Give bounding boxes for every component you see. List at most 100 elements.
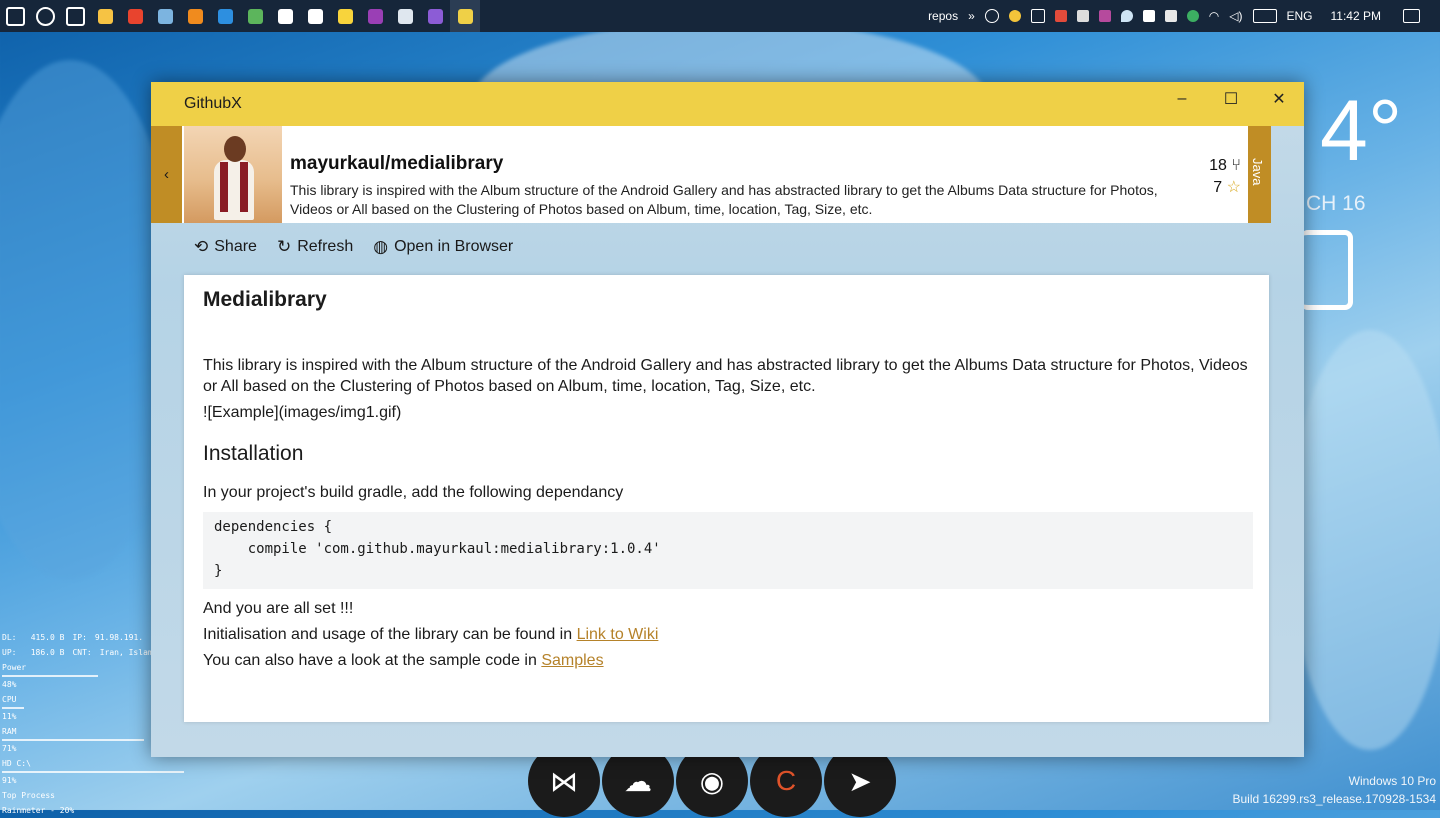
vk-tray-icon[interactable] (1098, 10, 1111, 22)
start-icon[interactable] (0, 0, 30, 32)
vscode-icon[interactable] (210, 0, 240, 32)
language-label: Java (1250, 158, 1265, 186)
all-set-text: And you are all set !!! (203, 600, 354, 617)
repo-description: This library is inspired with the Album … (290, 182, 1158, 217)
top-process-label: Top Process (2, 791, 55, 800)
close-button[interactable]: ✕ (1256, 82, 1302, 116)
git-kraken-icon-glyph (247, 8, 263, 24)
photos-icon[interactable] (390, 0, 420, 32)
up-value: 186.0 B (30, 648, 65, 657)
readme-title: Medialibrary (203, 288, 327, 311)
star-icon: ☆ (1226, 179, 1241, 196)
wiki-prefix: Initialisation and usage of the library … (203, 626, 577, 643)
app-title: GithubX (184, 95, 242, 112)
ip-value: 91.98.191. (94, 633, 144, 642)
shield-tray-icon[interactable] (1076, 10, 1089, 22)
overflow-chevron-icon[interactable]: » (968, 9, 975, 23)
start-icon-glyph (5, 6, 25, 26)
minimize-button[interactable]: – (1159, 82, 1205, 116)
visual-studio-icon[interactable] (420, 0, 450, 32)
drop-tray-icon[interactable] (1120, 10, 1133, 22)
earth-tray-icon[interactable] (1186, 10, 1199, 22)
chrome-tray-icon[interactable] (1008, 10, 1021, 22)
githubx-icon[interactable] (450, 0, 480, 32)
wiki-link[interactable]: Link to Wiki (577, 626, 659, 643)
fork-icon: ⑂ (1231, 157, 1241, 174)
installation-heading: Installation (203, 442, 304, 465)
share-button[interactable]: ⟲ Share (194, 237, 257, 257)
up-label: UP: (2, 648, 17, 657)
notion-icon-glyph (307, 8, 323, 24)
onenote-icon-glyph (367, 8, 383, 24)
cortana-icon[interactable] (30, 0, 60, 32)
fork-count: 18 (1209, 157, 1227, 174)
readme-panel: Medialibrary This library is inspired wi… (184, 275, 1269, 722)
share-icon: ⟲ (194, 237, 209, 256)
readme-image-markdown: ![Example](images/img1.gif) (203, 404, 402, 421)
dl-value: 415.0 B (30, 633, 65, 642)
avatar-scarf (240, 162, 248, 212)
share-label: Share (214, 238, 257, 255)
notion-tray-icon[interactable] (1142, 10, 1155, 22)
language-indicator[interactable]: ENG (1287, 9, 1313, 23)
battery-widget-icon (1300, 230, 1353, 310)
app-tray-icon[interactable] (1054, 10, 1067, 22)
maximize-button[interactable]: ☐ (1208, 82, 1254, 116)
keyboard-icon[interactable] (1252, 9, 1277, 23)
star-count: 7 (1213, 179, 1223, 196)
volume-icon[interactable]: ◁) (1229, 9, 1242, 23)
language-tab: Java (1248, 126, 1271, 223)
vscode-icon-glyph (217, 8, 233, 24)
refresh-icon: ↻ (276, 237, 292, 256)
onenote-icon[interactable] (360, 0, 390, 32)
remote-desktop-icon[interactable] (150, 0, 180, 32)
avatar-head (224, 136, 246, 162)
githubx-icon-glyph (457, 8, 473, 24)
installation-text: In your project's build gradle, add the … (203, 484, 624, 501)
wifi-icon[interactable]: ◠ (1209, 9, 1219, 23)
cnt-value: Iran, Islam (99, 648, 153, 657)
defender-tray-icon[interactable] (1164, 10, 1177, 22)
people-icon[interactable] (984, 9, 999, 23)
action-center-icon[interactable] (1403, 9, 1420, 23)
top-process-value: Rainmeter - 20% (2, 806, 75, 815)
watermark-build: Build 16299.rs3_release.170928-1534 (1232, 792, 1437, 806)
hd-label: HD C:\ (2, 759, 31, 768)
repo-header: ‹ mayurkaul/medialibrary This library is… (151, 126, 1271, 223)
notion-icon[interactable] (300, 0, 330, 32)
githubx-window: GithubX – ☐ ✕ ‹ mayurkaul/medialibrary T… (151, 82, 1304, 757)
desktop-wallpaper-blob (1290, 330, 1440, 750)
hd-value: 91% (2, 776, 17, 785)
owner-avatar[interactable] (184, 126, 282, 223)
refresh-button[interactable]: ↻ Refresh (277, 237, 353, 257)
wiki-line: Initialisation and usage of the library … (203, 626, 658, 644)
title-bar[interactable]: GithubX – ☐ ✕ (151, 82, 1304, 126)
task-view-icon-glyph (65, 6, 85, 26)
repo-name: mayurkaul/medialibrary (290, 153, 504, 174)
sticky-notes-icon[interactable] (330, 0, 360, 32)
git-kraken-icon[interactable] (240, 0, 270, 32)
visual-studio-icon-glyph (427, 8, 443, 24)
weather-temperature: 4° (1320, 83, 1403, 179)
open-in-browser-label: Open in Browser (394, 238, 514, 255)
open-in-browser-button[interactable]: ◍ Open in Browser (373, 237, 513, 257)
telegram-icon-glyph (277, 8, 293, 24)
remote-desktop-icon-glyph (157, 8, 173, 24)
back-button[interactable]: ‹ (151, 126, 182, 223)
cortana-icon-glyph (35, 6, 55, 26)
sticky-notes-icon-glyph (337, 8, 353, 24)
samples-link[interactable]: Samples (541, 652, 603, 669)
sublime-icon[interactable] (180, 0, 210, 32)
battery-tray-icon[interactable] (1030, 9, 1045, 23)
repos-toolbar[interactable]: repos (928, 9, 958, 23)
telegram-icon[interactable] (270, 0, 300, 32)
clock[interactable]: 11:42 PM (1331, 9, 1381, 23)
ip-label: IP: (72, 633, 87, 642)
file-explorer-icon-glyph (97, 8, 113, 24)
taskbar: repos » ◠ ◁) ENG 11:42 PM (0, 0, 1440, 32)
samples-line: You can also have a look at the sample c… (203, 652, 604, 670)
avatar-scarf (220, 162, 228, 212)
task-view-icon[interactable] (60, 0, 90, 32)
opera-icon[interactable] (120, 0, 150, 32)
file-explorer-icon[interactable] (90, 0, 120, 32)
